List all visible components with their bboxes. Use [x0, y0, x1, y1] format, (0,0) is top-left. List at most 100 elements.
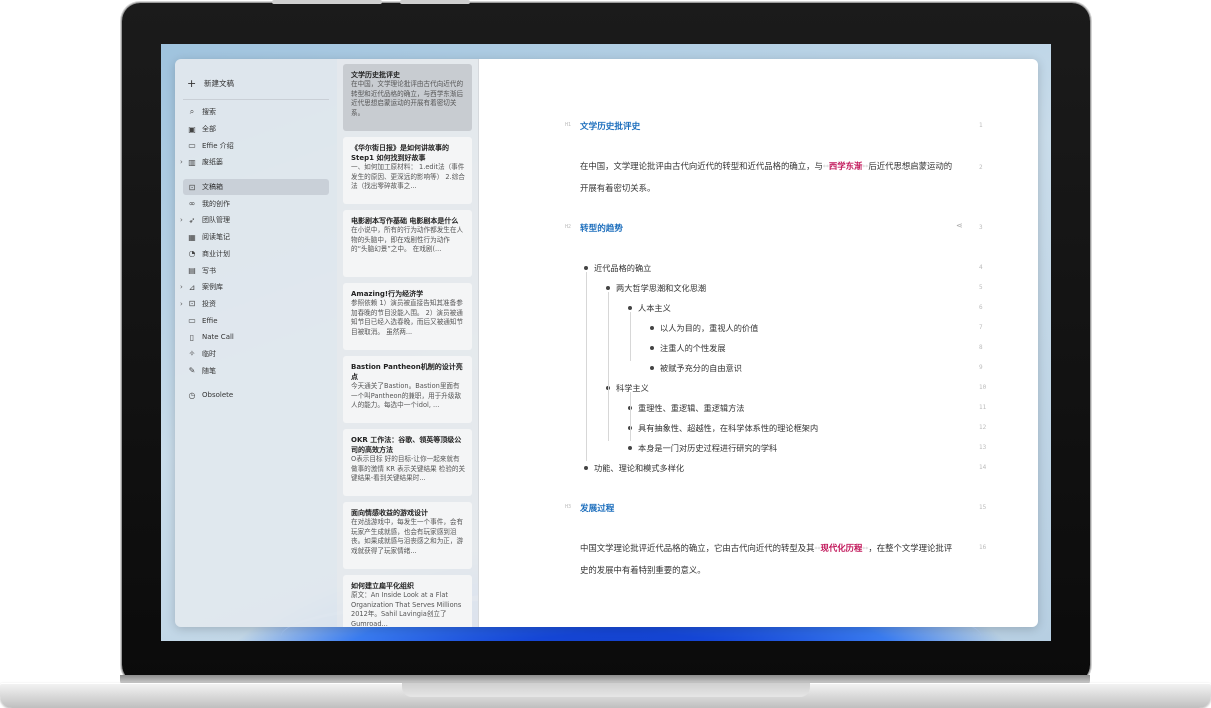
sidebar-item[interactable]: › ➶ 团队管理 [180, 212, 329, 229]
sidebar-item[interactable]: › ▥ 废纸篓 [180, 154, 329, 171]
sidebar-item-label: 废纸篓 [202, 158, 223, 167]
document-card[interactable]: 面向情感收益的游戏设计 在对战游戏中，每发生一个事件，会有玩家产生成就感，也会有玩… [343, 502, 472, 569]
line-number: 5 [979, 284, 983, 291]
sidebar-item-label: 我的创作 [202, 199, 230, 208]
doc-icon: ▭ [188, 141, 196, 151]
outline-item-text: 人本主义 [628, 303, 671, 313]
document-card[interactable]: 《华尔街日报》是如何讲故事的 Step1 如何找到好故事 一、如何加工原材料： 1… [343, 137, 472, 204]
document-card-excerpt: 在中国，文学理论批评由古代向近代的转型和近代品格的确立，与西学东渐后近代思想启蒙… [351, 80, 464, 117]
sidebar-item[interactable]: ▭ Effie [183, 312, 329, 329]
sidebar-divider [183, 99, 329, 100]
sidebar-item-label: Effie 介绍 [202, 141, 234, 150]
sidebar-item[interactable]: › ⊿ 案例库 [180, 279, 329, 296]
glasses-icon: ∞ [188, 199, 196, 209]
document-card-title: Bastion Pantheon机制的设计亮点 [351, 363, 463, 381]
document-card-excerpt: 一、如何加工原材料： 1.edit法（事件发生的原因、更深远的影响等） 2.综合… [351, 163, 465, 191]
document-card[interactable]: 如何建立扁平化组织 原文：An Inside Look at a Flat Org… [343, 575, 472, 627]
sidebar-item[interactable]: ∞ 我的创作 [183, 195, 329, 212]
line-number: 15 [979, 504, 987, 511]
document-card[interactable]: 文学历史批评史 在中国，文学理论批评由古代向近代的转型和近代品格的确立，与西学东渐… [343, 64, 472, 131]
sidebar-item[interactable]: ▯ Nate Call [183, 329, 329, 346]
document-card-title: Amazing!行为经济学 [351, 290, 424, 298]
heading-2[interactable]: 转型的趋势 [580, 222, 623, 234]
heading-1[interactable]: 文学历史批评史 [580, 120, 640, 132]
sidebar-item-label: 案例库 [202, 283, 223, 292]
paragraph-1[interactable]: 在中国，文学理论批评由古代向近代的转型和近代品格的确立，与**西学东渐**后近代… [580, 156, 960, 199]
new-doc-button[interactable]: + 新建文稿 [183, 73, 329, 93]
effie-app-window: + 新建文稿 ⌕ 搜索 ▣ 全部 ▭ Effie 介绍 › ▥ 废纸篓 ⊡ 文稿箱 ∞ 我的创作 › ➶ 团队… [175, 59, 1038, 627]
heading-marker: H3 [565, 504, 572, 510]
outline-item-text: 本身是一门对历史过程进行研究的学科 [627, 443, 778, 453]
clock-icon: ◷ [188, 390, 196, 400]
document-card[interactable]: Bastion Pantheon机制的设计亮点 今天通关了Bastion。Bast… [343, 356, 472, 423]
compass-icon: ◔ [188, 249, 196, 259]
sidebar-item[interactable]: ▦ 阅读笔记 [183, 229, 329, 246]
document-card[interactable]: OKR 工作法：谷歌、领英等顶级公司的高效方法 O表示目标 好的目标-让你一起来就… [343, 429, 472, 496]
line-number: 7 [979, 324, 983, 331]
sidebar-item-label: Obsolete [202, 391, 234, 400]
heading-marker: H1 [565, 122, 572, 128]
line-number: 4 [979, 264, 983, 271]
chevron-right-icon[interactable]: › [180, 283, 183, 291]
sidebar-item[interactable]: ▣ 全部 [183, 121, 329, 138]
book-icon: ▤ [188, 266, 196, 276]
indent-guide [630, 392, 631, 441]
line-number: 6 [979, 304, 983, 311]
sidebar-item-label: 全部 [202, 125, 216, 134]
sidebar-item-label: 随笔 [202, 366, 216, 375]
outline-item-text: 功能、理论和模式多样化 [583, 463, 685, 473]
sidebar-item[interactable]: ✧ 临时 [183, 346, 329, 363]
line-number: 3 [979, 224, 983, 231]
outline-item-text: 注重人的个性发展 [650, 343, 726, 353]
document-card-excerpt: 参照依赖 1）演员被直接告知其准备参加春晚的节目没能入围。 2）演员被通知节目已… [351, 299, 464, 336]
outline-item-text: 具有抽象性、超越性，在科学体系性的理论框架内 [627, 423, 819, 433]
sidebar-item[interactable]: ✎ 随笔 [183, 362, 329, 379]
document-card[interactable]: Amazing!行为经济学 参照依赖 1）演员被直接告知其准备参加春晚的节目没能入… [343, 283, 472, 350]
line-number: 8 [979, 344, 983, 351]
new-doc-label: 新建文稿 [204, 78, 234, 88]
line-number: 14 [979, 464, 987, 471]
outline-item-text: 近代品格的确立 [583, 263, 652, 273]
document-card[interactable]: 电影剧本写作基础 电影剧本是什么 在小说中，所有的行为动作都发生在人物的头脑中，即… [343, 210, 472, 277]
document-card-excerpt: 在对战游戏中，每发生一个事件，会有玩家产生成就感，也会有玩家感到沮丧。如果成就感… [351, 518, 464, 555]
sidebar-item[interactable]: › ⊡ 投资 [180, 296, 329, 313]
inbox-icon: ⊡ [188, 299, 196, 309]
sidebar-item-label: 商业计划 [202, 249, 230, 258]
editor[interactable]: H1 文学历史批评史 1 在中国，文学理论批评由古代向近代的转型和近代品格的确立… [479, 59, 1038, 627]
sidebar-item-label: 阅读笔记 [202, 233, 230, 242]
outline-item-text: 被赋予充分的自由意识 [650, 363, 742, 373]
paragraph-2[interactable]: 中国文学理论批评近代品格的确立，它由古代向近代的转型及其**现代化历程**，在整… [580, 538, 960, 581]
share-icon[interactable]: ⋖ [956, 221, 963, 230]
paragraph-text: 中国文学理论批评近代品格的确立，它由古代向近代的转型及其 [580, 543, 815, 553]
heading-3[interactable]: 发展过程 [580, 502, 614, 514]
sidebar-item[interactable]: ◔ 商业计划 [183, 246, 329, 263]
document-list: 文学历史批评史 在中国，文学理论批评由古代向近代的转型和近代品格的确立，与西学东渐… [337, 59, 479, 627]
line-number: 16 [979, 544, 987, 551]
sidebar-item[interactable]: ⊡ 文稿箱 [183, 178, 329, 196]
inbox-icon: ⊡ [188, 182, 196, 192]
rocket-icon: ➶ [188, 215, 196, 225]
bold-highlight: 现代化历程 [820, 543, 863, 553]
line-number: 11 [979, 404, 987, 411]
chevron-right-icon[interactable]: › [180, 216, 183, 224]
search-icon: ⌕ [189, 107, 195, 117]
line-number: 1 [979, 122, 983, 129]
sidebar: + 新建文稿 ⌕ 搜索 ▣ 全部 ▭ Effie 介绍 › ▥ 废纸篓 ⊡ 文稿箱 ∞ 我的创作 › ➶ 团队… [175, 59, 337, 627]
sidebar-item-label: 文稿箱 [202, 183, 223, 192]
chevron-right-icon[interactable]: › [180, 300, 183, 308]
line-number: 9 [979, 364, 983, 371]
line-number: 10 [979, 384, 987, 391]
sidebar-item[interactable]: ▤ 写书 [183, 262, 329, 279]
sidebar-item[interactable]: ⌕ 搜索 [183, 104, 329, 121]
plus-icon: + [187, 76, 197, 90]
indent-guide [586, 272, 587, 461]
chevron-right-icon[interactable]: › [180, 158, 183, 166]
line-number: 12 [979, 424, 987, 431]
building-icon: ▦ [188, 232, 196, 242]
document-card-title: 如何建立扁平化组织 [351, 582, 414, 590]
sidebar-item[interactable]: ▭ Effie 介绍 [183, 137, 329, 154]
pin-icon: ✧ [188, 349, 196, 359]
sidebar-item[interactable]: ◷ Obsolete [183, 387, 329, 404]
document-card-title: OKR 工作法：谷歌、领英等顶级公司的高效方法 [351, 436, 462, 454]
paragraph-text: 在中国，文学理论批评由古代向近代的转型和近代品格的确立，与 [580, 161, 823, 171]
